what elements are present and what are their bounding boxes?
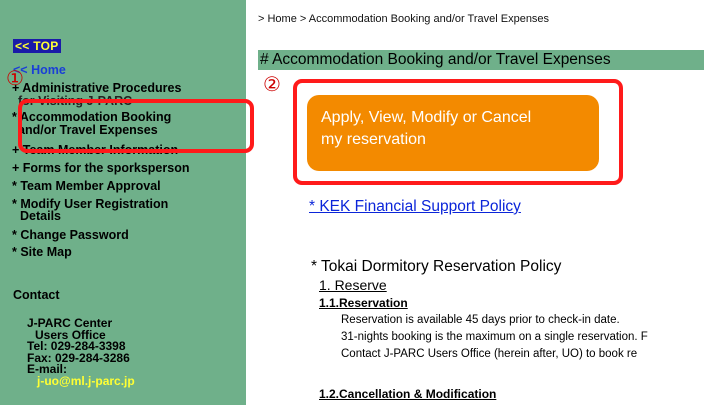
sidebar: << TOP << Home + Administrative Procedur… bbox=[0, 0, 246, 405]
page-title: # Accommodation Booking and/or Travel Ex… bbox=[258, 50, 704, 70]
marker-1: ① bbox=[6, 66, 24, 90]
contact-block: J-PARC Center Users Office Tel: 029-284-… bbox=[27, 317, 135, 388]
apply-button-line-2: my reservation bbox=[321, 131, 426, 148]
section-reservation-heading: 1.1.Reservation bbox=[319, 296, 408, 310]
menu-item-change-password[interactable]: * Change Password bbox=[12, 229, 129, 242]
menu-item-forms-spokesperson[interactable]: + Forms for the sporksperson bbox=[12, 162, 189, 175]
contact-heading: Contact bbox=[13, 288, 60, 302]
top-link[interactable]: << TOP bbox=[13, 39, 61, 53]
menu-item-site-map[interactable]: * Site Map bbox=[12, 246, 72, 259]
dormitory-policy-heading: * Tokai Dormitory Reservation Policy bbox=[311, 258, 562, 275]
reservation-line-1: Reservation is available 45 days prior t… bbox=[341, 314, 620, 326]
reservation-line-2: 31-nights booking is the maximum on a si… bbox=[341, 331, 648, 343]
breadcrumb: > Home > Accommodation Booking and/or Tr… bbox=[258, 13, 550, 25]
contact-email-link[interactable]: j-uo@ml.j-parc.jp bbox=[27, 375, 135, 388]
reservation-text: Reservation is available 45 days prior t… bbox=[341, 312, 648, 363]
menu-item-modify-user-registration-cont[interactable]: Details bbox=[20, 210, 61, 223]
apply-reservation-button[interactable]: Apply, View, Modify or Cancel my reserva… bbox=[307, 95, 599, 171]
kek-financial-support-link[interactable]: * KEK Financial Support Policy bbox=[309, 198, 521, 216]
apply-button-line-1: Apply, View, Modify or Cancel bbox=[321, 109, 532, 126]
section-cancellation-heading: 1.2.Cancellation & Modification bbox=[319, 387, 497, 401]
highlight-box-sidebar bbox=[18, 99, 254, 153]
reservation-line-3: Contact J-PARC Users Office (herein afte… bbox=[341, 348, 638, 360]
section-reserve-heading: 1. Reserve bbox=[319, 277, 387, 293]
menu-item-administrative-procedures[interactable]: + Administrative Procedures bbox=[12, 82, 181, 95]
menu-item-team-member-approval[interactable]: * Team Member Approval bbox=[12, 180, 161, 193]
marker-2: ② bbox=[263, 72, 281, 96]
